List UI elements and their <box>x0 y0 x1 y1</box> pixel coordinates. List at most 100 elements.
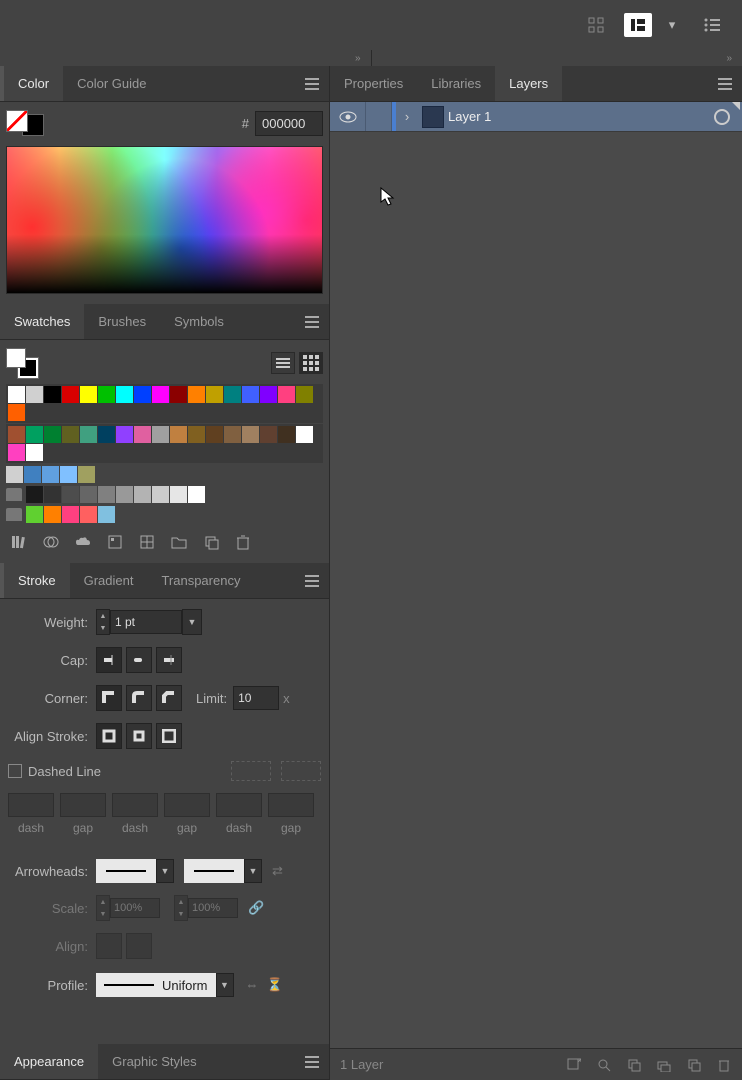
tab-gradient[interactable]: Gradient <box>70 563 148 598</box>
tab-properties[interactable]: Properties <box>330 66 417 101</box>
layer-row[interactable]: › Layer 1 <box>330 102 742 132</box>
swatch[interactable] <box>188 426 205 443</box>
swatch[interactable] <box>224 426 241 443</box>
new-layer-icon[interactable] <box>686 1057 702 1073</box>
swatch[interactable] <box>44 486 61 503</box>
panel-menu-icon[interactable] <box>295 563 329 598</box>
swatch[interactable] <box>116 386 133 403</box>
tab-color-guide[interactable]: Color Guide <box>63 66 160 101</box>
chevron-down-icon[interactable]: ▼ <box>244 859 262 883</box>
swatch[interactable] <box>62 386 79 403</box>
dashed-line-checkbox[interactable] <box>8 764 22 778</box>
gap-input[interactable] <box>60 793 106 817</box>
layer-thumbnail[interactable] <box>422 106 444 128</box>
expand-toggle-icon[interactable]: › <box>396 109 418 124</box>
swatch[interactable] <box>206 426 223 443</box>
fill-swatch[interactable] <box>6 110 28 132</box>
swatch[interactable] <box>26 506 43 523</box>
hex-input[interactable] <box>255 111 323 136</box>
swatch[interactable] <box>134 386 151 403</box>
tab-graphic-styles[interactable]: Graphic Styles <box>98 1044 211 1079</box>
swatch-row-patterns[interactable] <box>6 466 323 483</box>
swatch[interactable] <box>116 486 133 503</box>
make-clipping-mask-icon[interactable] <box>626 1057 642 1073</box>
swatch[interactable] <box>62 506 79 523</box>
dash-input[interactable] <box>216 793 262 817</box>
tab-stroke[interactable]: Stroke <box>4 563 70 598</box>
swatch[interactable] <box>296 426 313 443</box>
swatch[interactable] <box>26 444 43 461</box>
swatch[interactable] <box>170 386 187 403</box>
new-folder-icon[interactable] <box>170 533 188 551</box>
gap-input[interactable] <box>268 793 314 817</box>
cap-butt-button[interactable] <box>96 647 122 673</box>
tab-transparency[interactable]: Transparency <box>147 563 254 598</box>
tab-libraries[interactable]: Libraries <box>417 66 495 101</box>
dash-align-button[interactable] <box>281 761 321 781</box>
weight-input[interactable] <box>110 610 182 634</box>
swatch[interactable] <box>152 386 169 403</box>
flip-horizontal-icon[interactable]: ⇔ <box>246 977 259 993</box>
swatch[interactable] <box>98 426 115 443</box>
panel-menu-icon[interactable] <box>295 1044 329 1079</box>
swatch[interactable] <box>98 386 115 403</box>
chevron-down-icon[interactable]: ▼ <box>216 973 234 997</box>
align-inside-button[interactable] <box>126 723 152 749</box>
corner-round-button[interactable] <box>126 685 152 711</box>
swatch[interactable] <box>42 466 59 483</box>
panel-menu-icon[interactable] <box>708 66 742 101</box>
swatch[interactable] <box>44 506 61 523</box>
swatch[interactable] <box>134 486 151 503</box>
swatch-grid-view-button[interactable] <box>299 352 323 374</box>
cap-round-button[interactable] <box>126 647 152 673</box>
swatch[interactable] <box>80 506 97 523</box>
swatch[interactable] <box>80 486 97 503</box>
search-icon[interactable] <box>596 1057 612 1073</box>
tab-layers[interactable]: Layers <box>495 66 562 101</box>
dash-input[interactable] <box>112 793 158 817</box>
swatch[interactable] <box>188 486 205 503</box>
workspace-grid-icon[interactable] <box>584 13 608 37</box>
swatch[interactable] <box>98 486 115 503</box>
swatch[interactable] <box>242 386 259 403</box>
swatch[interactable] <box>8 426 25 443</box>
limit-input[interactable] <box>233 686 279 710</box>
swatch[interactable] <box>26 486 43 503</box>
swatch[interactable] <box>170 426 187 443</box>
swatch[interactable] <box>278 386 295 403</box>
new-color-group-icon[interactable] <box>138 533 156 551</box>
tab-appearance[interactable]: Appearance <box>0 1044 98 1079</box>
swatch-list-view-button[interactable] <box>271 352 295 374</box>
swatch[interactable] <box>206 386 223 403</box>
swatch-options-icon[interactable] <box>106 533 124 551</box>
swatch[interactable] <box>116 426 133 443</box>
overflow-chevrons-left[interactable]: » <box>0 50 372 66</box>
swatch[interactable] <box>188 386 205 403</box>
swatch[interactable] <box>78 466 95 483</box>
swatch-cloud-icon[interactable] <box>74 533 92 551</box>
new-sublayer-icon[interactable] <box>656 1057 672 1073</box>
swatch[interactable] <box>44 426 61 443</box>
arrange-documents-button[interactable] <box>624 13 652 37</box>
dash-preserve-button[interactable] <box>231 761 271 781</box>
weight-dropdown[interactable]: ▼ <box>182 609 202 635</box>
tab-brushes[interactable]: Brushes <box>84 304 160 339</box>
arrowhead-end-select[interactable] <box>184 859 244 883</box>
swatch[interactable] <box>62 426 79 443</box>
overflow-chevrons-right[interactable]: » <box>372 50 742 66</box>
swatch-libraries-icon[interactable] <box>10 533 28 551</box>
swatch[interactable] <box>224 386 241 403</box>
lock-toggle[interactable] <box>366 102 392 131</box>
arrowhead-start-select[interactable] <box>96 859 156 883</box>
chevron-down-icon[interactable]: ▾ <box>660 13 684 37</box>
swatch-kinds-icon[interactable] <box>42 533 60 551</box>
swatch-folder-grays[interactable] <box>6 486 323 503</box>
swatch[interactable] <box>8 386 25 403</box>
tab-color[interactable]: Color <box>4 66 63 101</box>
corner-miter-button[interactable] <box>96 685 122 711</box>
visibility-toggle-icon[interactable] <box>330 102 366 131</box>
dash-input[interactable] <box>8 793 54 817</box>
tab-swatches[interactable]: Swatches <box>0 304 84 339</box>
swatch[interactable] <box>44 386 61 403</box>
delete-layer-icon[interactable] <box>716 1057 732 1073</box>
